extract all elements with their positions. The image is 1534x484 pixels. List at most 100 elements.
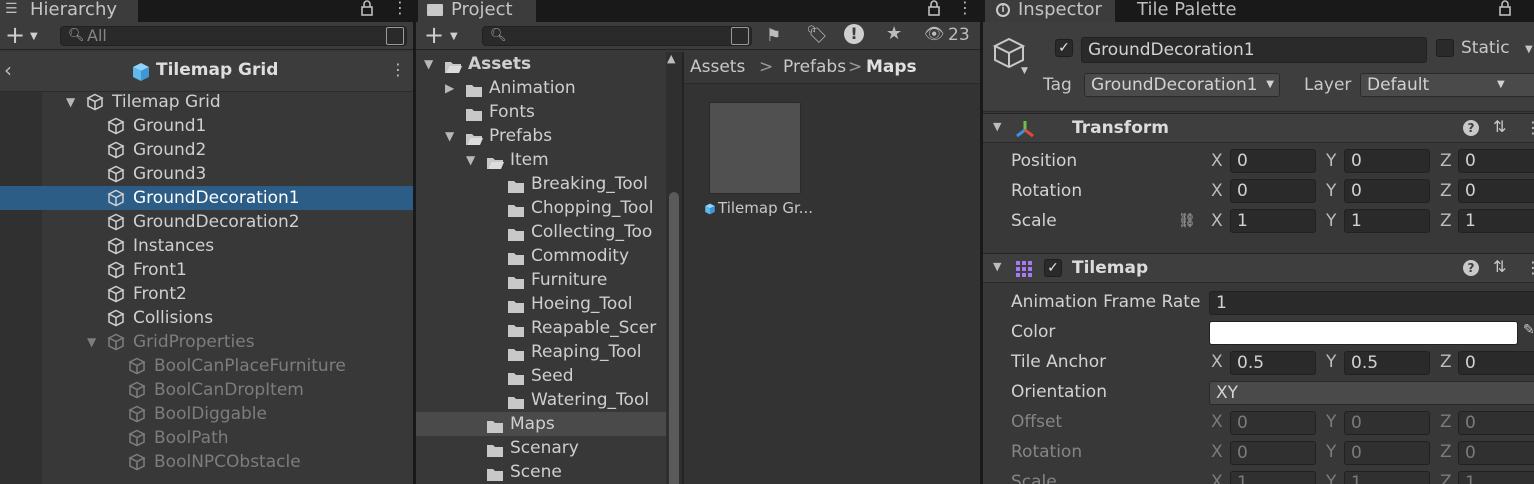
hierarchy-item[interactable]: Ground3 — [0, 162, 413, 186]
project-folder-item[interactable]: Seed — [416, 364, 666, 388]
constrain-proportions-icon[interactable]: ⛓ — [1178, 213, 1196, 229]
search-mode-icon[interactable] — [731, 27, 749, 45]
filter-label-icon[interactable]: 🏷︎ — [806, 25, 828, 45]
hierarchy-item[interactable]: Ground2 — [0, 138, 413, 162]
transform-position-z-field[interactable]: 0 — [1458, 149, 1534, 173]
project-folder-item[interactable]: ▼ Assets — [416, 52, 666, 76]
lock-icon[interactable] — [360, 0, 374, 16]
tile-anchor-y-field[interactable]: 0.5 — [1344, 351, 1430, 375]
foldout-icon[interactable]: ▼ — [993, 260, 1001, 273]
back-icon[interactable]: ‹ — [4, 58, 12, 82]
transform-scale-y-field[interactable]: 1 — [1344, 209, 1430, 233]
foldout-icon[interactable]: ▼ — [993, 120, 1001, 133]
presets-icon[interactable]: ⇅ — [1493, 117, 1506, 136]
project-folder-item[interactable]: Scene — [416, 460, 666, 484]
tab-hierarchy[interactable]: ☰ Hierarchy — [0, 0, 138, 22]
project-folder-item[interactable]: Collecting_Too — [416, 220, 666, 244]
project-folder-item[interactable]: Fonts — [416, 100, 666, 124]
project-search-input[interactable]: 🔍︎ — [482, 26, 752, 46]
tile-anchor-z-field[interactable]: 0 — [1458, 351, 1534, 375]
hierarchy-item[interactable]: GroundDecoration1 — [0, 186, 413, 210]
object-name-field[interactable]: GroundDecoration1 — [1081, 37, 1427, 63]
project-folder-item[interactable]: Breaking_Tool — [416, 172, 666, 196]
transform-header[interactable]: ▼ Transform ? ⇅ ⋮ — [983, 113, 1534, 143]
expand-arrow-icon[interactable]: ▼ — [445, 124, 454, 148]
project-folder-item[interactable]: Chopping_Tool — [416, 196, 666, 220]
chevron-down-icon[interactable]: ▼ — [450, 31, 458, 42]
project-folder-item[interactable]: Maps — [416, 412, 666, 436]
hierarchy-item[interactable]: BoolCanDropItem — [0, 378, 413, 402]
hierarchy-item[interactable]: Front2 — [0, 282, 413, 306]
project-folder-item[interactable]: Reaping_Tool — [416, 340, 666, 364]
help-icon[interactable]: ? — [1463, 120, 1479, 136]
add-object-button[interactable]: + — [5, 23, 25, 47]
tab-project[interactable]: Project — [418, 0, 536, 22]
search-mode-icon[interactable] — [386, 27, 404, 45]
hierarchy-search-input[interactable]: 🔍︎ All — [60, 26, 407, 46]
hierarchy-item[interactable]: GroundDecoration2 — [0, 210, 413, 234]
tree-scroll-thumb[interactable] — [669, 192, 679, 484]
more-icon[interactable]: ⋮ — [392, 0, 408, 17]
hierarchy-item[interactable]: Front1 — [0, 258, 413, 282]
asset-label[interactable]: Tilemap Gr... — [718, 199, 813, 217]
transform-rotation-y-field[interactable]: 0 — [1344, 179, 1430, 203]
static-checkbox[interactable] — [1436, 39, 1454, 57]
gameobject-icon[interactable] — [992, 36, 1026, 70]
hierarchy-item[interactable]: Collisions — [0, 306, 413, 330]
hidden-packages-icon[interactable]: 👁︎ — [924, 24, 944, 43]
transform-position-x-field[interactable]: 0 — [1230, 149, 1316, 173]
transform-rotation-z-field[interactable]: 0 — [1458, 179, 1534, 203]
hierarchy-item[interactable]: BoolCanPlaceFurniture — [0, 354, 413, 378]
chevron-down-icon[interactable]: ▼ — [30, 31, 38, 42]
component-menu-icon[interactable]: ⋮ — [1525, 118, 1534, 137]
help-icon[interactable]: ? — [1463, 260, 1479, 276]
expand-arrow-icon[interactable]: ▼ — [66, 90, 75, 114]
transform-scale-x-field[interactable]: 1 — [1230, 209, 1316, 233]
tilemap-enabled-checkbox[interactable]: ✓ — [1044, 259, 1062, 277]
project-folder-item[interactable]: Scenary — [416, 436, 666, 460]
create-asset-button[interactable]: + — [424, 23, 444, 47]
breadcrumb-item-maps[interactable]: Maps — [866, 57, 917, 77]
hierarchy-item[interactable]: ▼ GridProperties — [0, 330, 413, 354]
expand-arrow-icon[interactable]: ▼ — [87, 330, 96, 354]
project-folder-item[interactable]: ▼ Item — [416, 148, 666, 172]
project-folder-item[interactable]: Commodity — [416, 244, 666, 268]
project-folder-item[interactable]: ▶ Animation — [416, 76, 666, 100]
project-folder-item[interactable]: Watering_Tool — [416, 388, 666, 412]
layer-dropdown[interactable]: Default ▼ — [1360, 73, 1534, 97]
hierarchy-item[interactable]: ▼ Tilemap Grid — [0, 90, 413, 114]
project-folder-item[interactable]: Reapable_Scer — [416, 316, 666, 340]
orientation-dropdown[interactable]: XY — [1209, 381, 1534, 405]
hierarchy-item[interactable]: BoolPath — [0, 426, 413, 450]
transform-position-y-field[interactable]: 0 — [1344, 149, 1430, 173]
lock-icon[interactable] — [927, 0, 941, 16]
tree-scroll-up-icon[interactable]: ▲ — [667, 52, 675, 65]
project-folder-item[interactable]: ▼ Prefabs — [416, 124, 666, 148]
chevron-down-icon[interactable]: ▼ — [1525, 44, 1533, 55]
log-error-icon[interactable]: ! — [844, 24, 864, 44]
presets-icon[interactable]: ⇅ — [1493, 257, 1506, 276]
color-field[interactable] — [1209, 321, 1518, 345]
hierarchy-item[interactable]: Instances — [0, 234, 413, 258]
more-icon[interactable]: ⋮ — [957, 0, 973, 17]
asset-thumbnail[interactable] — [709, 102, 801, 194]
project-folder-item[interactable]: Hoeing_Tool — [416, 292, 666, 316]
tab-inspector[interactable]: i Inspector — [985, 0, 1115, 22]
component-menu-icon[interactable]: ⋮ — [1525, 258, 1534, 277]
tab-tile-palette[interactable]: Tile Palette — [1125, 0, 1265, 22]
filter-type-icon[interactable]: ⚑ — [766, 26, 781, 46]
active-checkbox[interactable]: ✓ — [1055, 39, 1073, 57]
transform-scale-z-field[interactable]: 1 — [1458, 209, 1534, 233]
eyedropper-icon[interactable]: ✎ — [1523, 322, 1534, 338]
animation-frame-rate-field[interactable]: 1 — [1209, 291, 1534, 315]
tilemap-header[interactable]: ▼ ✓ Tilemap ? ⇅ ⋮ — [983, 253, 1534, 283]
expand-arrow-icon[interactable]: ▼ — [466, 148, 475, 172]
project-folder-item[interactable]: Furniture — [416, 268, 666, 292]
expand-arrow-icon[interactable]: ▼ — [424, 52, 433, 76]
transform-rotation-x-field[interactable]: 0 — [1230, 179, 1316, 203]
hierarchy-item[interactable]: BoolNPCObstacle — [0, 450, 413, 474]
tag-dropdown[interactable]: GroundDecoration1 ▼ — [1084, 73, 1280, 97]
breadcrumb-item-assets[interactable]: Assets — [690, 57, 745, 77]
hierarchy-item[interactable]: Ground1 — [0, 114, 413, 138]
scene-menu-icon[interactable]: ⋮ — [390, 60, 406, 79]
